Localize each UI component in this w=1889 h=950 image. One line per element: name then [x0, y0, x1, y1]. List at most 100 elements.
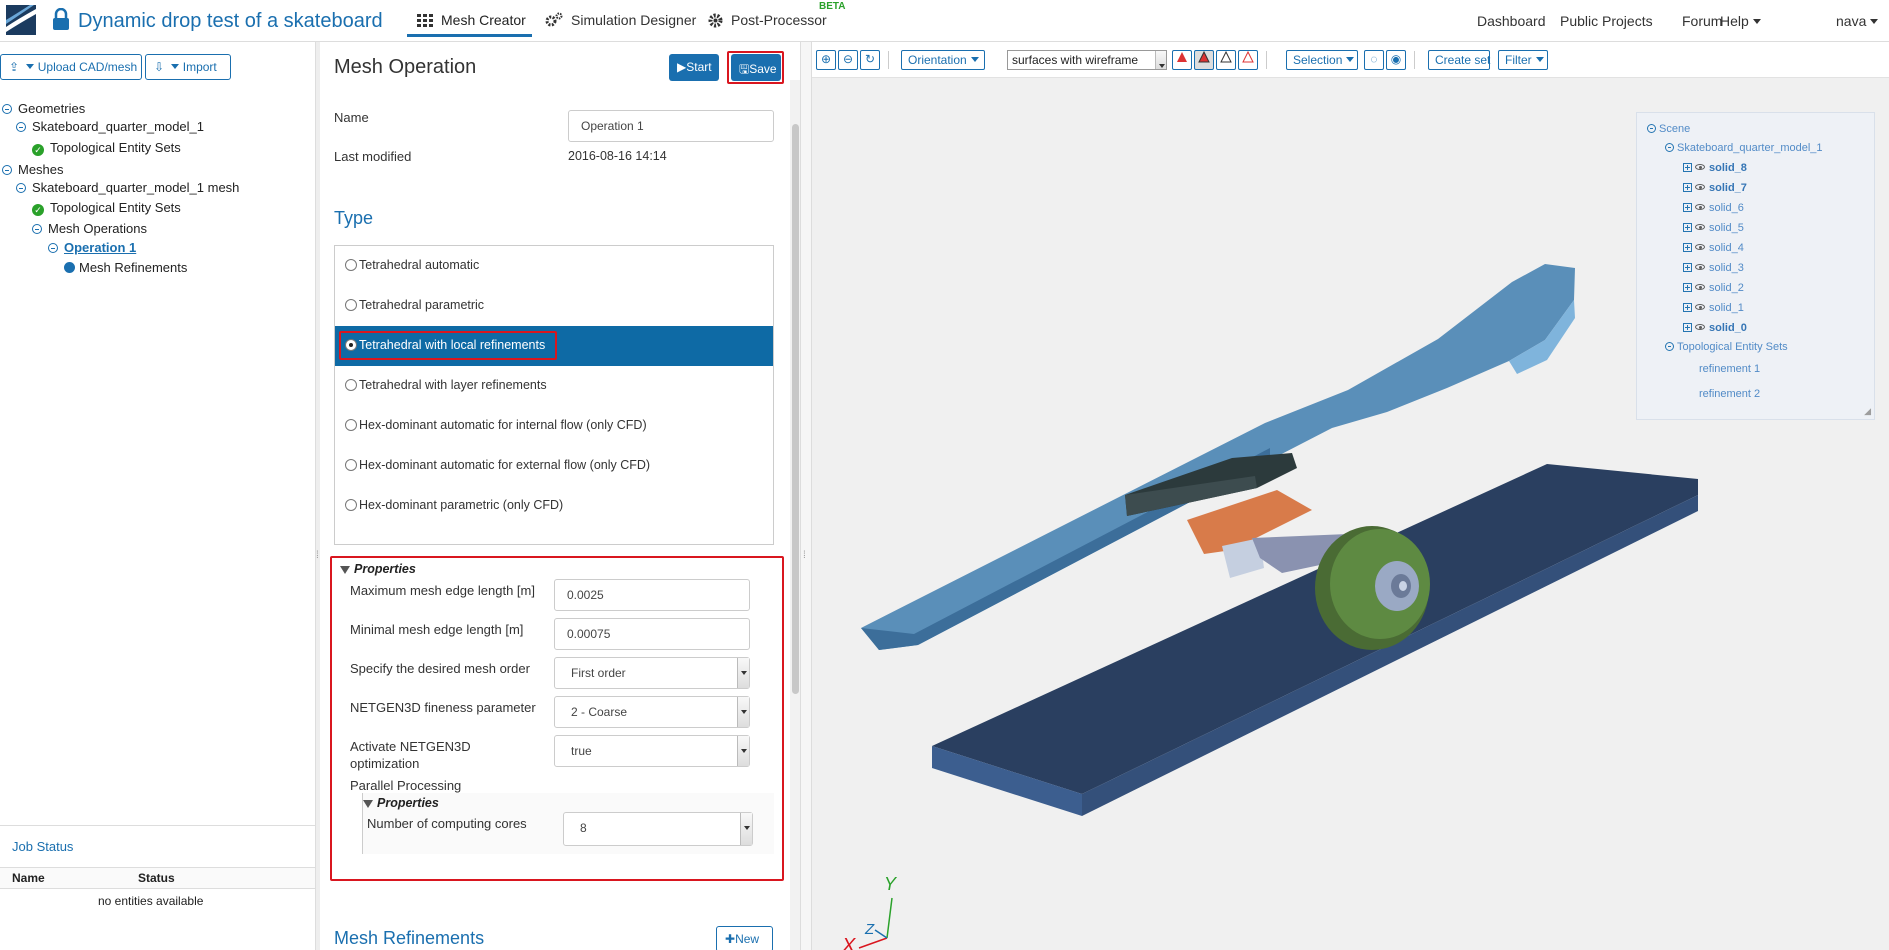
tab-mesh-creator[interactable]: Mesh Creator: [417, 12, 526, 28]
min-edge-input[interactable]: 0.00075: [554, 618, 750, 650]
form-scrollbar[interactable]: [790, 80, 800, 950]
column-header-name[interactable]: Name: [12, 871, 45, 885]
expand-icon[interactable]: [1683, 223, 1692, 232]
visibility-eye-icon[interactable]: [1695, 244, 1705, 250]
chevron-down-icon[interactable]: [740, 813, 752, 845]
wireframe-surface-mode-icon[interactable]: [1194, 50, 1214, 70]
visibility-eye-icon[interactable]: [1695, 224, 1705, 230]
scene-solid-item[interactable]: solid_5: [1683, 222, 1744, 234]
visibility-eye-icon[interactable]: [1695, 284, 1705, 290]
import-button[interactable]: ⇩ Import: [145, 54, 231, 80]
chevron-down-icon[interactable]: [1155, 51, 1166, 69]
radio-icon[interactable]: [345, 419, 357, 431]
scene-refinement-2[interactable]: refinement 2: [1699, 388, 1760, 400]
sub-properties-toggle[interactable]: Properties: [363, 796, 439, 810]
radio-icon[interactable]: [345, 259, 357, 271]
scene-solid-item[interactable]: solid_2: [1683, 282, 1744, 294]
collapse-icon[interactable]: [1665, 342, 1674, 351]
surface-mode-icon[interactable]: [1172, 50, 1192, 70]
nav-dashboard[interactable]: Dashboard: [1477, 13, 1546, 29]
expand-icon[interactable]: [1683, 263, 1692, 272]
tab-simulation-designer[interactable]: Simulation Designer: [545, 12, 696, 28]
radio-icon[interactable]: [345, 299, 357, 311]
points-mode-icon[interactable]: [1238, 50, 1258, 70]
scene-model[interactable]: Skateboard_quarter_model_1: [1665, 142, 1823, 154]
chevron-down-icon[interactable]: [737, 736, 749, 766]
scene-refinement-1[interactable]: refinement 1: [1699, 363, 1760, 375]
collapse-icon[interactable]: [16, 183, 26, 193]
tree-geometry-model[interactable]: Skateboard_quarter_model_1: [16, 119, 204, 134]
tree-mesh-tes[interactable]: ✓ Topological Entity Sets: [32, 200, 181, 216]
type-option[interactable]: Tetrahedral with layer refinements: [335, 366, 773, 406]
scrollbar-thumb[interactable]: [792, 124, 799, 694]
visibility-eye-icon[interactable]: [1695, 324, 1705, 330]
type-option[interactable]: Tetrahedral parametric: [335, 286, 773, 326]
collapse-icon[interactable]: [2, 104, 12, 114]
tree-operation-1[interactable]: Operation 1: [48, 240, 136, 255]
scene-solid-item[interactable]: solid_4: [1683, 242, 1744, 254]
radio-icon[interactable]: [345, 379, 357, 391]
tree-geometry-tes[interactable]: ✓ Topological Entity Sets: [32, 140, 181, 156]
tree-mesh-refinements[interactable]: Mesh Refinements: [64, 260, 187, 275]
zoom-in-icon[interactable]: ⊕: [816, 50, 836, 70]
save-button[interactable]: 🖫Save: [731, 54, 781, 81]
expand-icon[interactable]: [1683, 243, 1692, 252]
type-option[interactable]: Tetrahedral automatic: [335, 246, 773, 286]
scene-tes[interactable]: Topological Entity Sets: [1665, 341, 1788, 353]
tree-mesh-operations[interactable]: Mesh Operations: [32, 221, 147, 236]
orientation-dropdown[interactable]: Orientation: [901, 50, 985, 70]
user-menu[interactable]: nava: [1836, 13, 1879, 29]
scene-solid-item[interactable]: solid_7: [1683, 182, 1747, 194]
visibility-eye-icon[interactable]: [1695, 264, 1705, 270]
name-input[interactable]: Operation 1: [568, 110, 774, 142]
scene-solid-item[interactable]: solid_0: [1683, 322, 1747, 334]
visibility-eye-icon[interactable]: [1695, 184, 1705, 190]
optimization-select[interactable]: true: [554, 735, 750, 767]
wireframe-mode-icon[interactable]: [1216, 50, 1236, 70]
cores-select[interactable]: 8: [563, 812, 753, 846]
project-title[interactable]: Dynamic drop test of a skateboard: [78, 10, 383, 33]
type-option[interactable]: Hex-dominant parametric (only CFD): [335, 486, 773, 526]
drag-handle-icon[interactable]: ⁞: [316, 550, 319, 561]
ground-plate[interactable]: [932, 464, 1698, 816]
scene-solid-item[interactable]: solid_8: [1683, 162, 1747, 174]
scene-solid-item[interactable]: solid_3: [1683, 262, 1744, 274]
radio-checked-icon[interactable]: [345, 339, 357, 351]
right-splitter[interactable]: ⁞: [800, 42, 812, 950]
collapse-icon[interactable]: [32, 224, 42, 234]
app-logo-icon[interactable]: [6, 5, 36, 35]
expand-icon[interactable]: [1683, 203, 1692, 212]
new-refinement-button[interactable]: ✚New: [716, 926, 773, 950]
create-set-button[interactable]: Create set: [1428, 50, 1490, 70]
chevron-down-icon[interactable]: [737, 658, 749, 688]
expand-icon[interactable]: [1683, 303, 1692, 312]
chevron-down-icon[interactable]: [737, 697, 749, 727]
collapse-icon[interactable]: [16, 122, 26, 132]
nav-help[interactable]: Help: [1720, 13, 1761, 29]
eye-icon[interactable]: ◉: [1386, 50, 1406, 70]
radio-icon[interactable]: [345, 459, 357, 471]
expand-icon[interactable]: [1683, 323, 1692, 332]
mesh-order-select[interactable]: First order: [554, 657, 750, 689]
start-button[interactable]: ▶Start: [669, 54, 719, 81]
expand-icon[interactable]: [1683, 283, 1692, 292]
scene-solid-item[interactable]: solid_6: [1683, 202, 1744, 214]
fineness-select[interactable]: 2 - Coarse: [554, 696, 750, 728]
nav-forum[interactable]: Forum: [1682, 13, 1722, 29]
collapse-icon[interactable]: [1647, 124, 1656, 133]
3d-viewer[interactable]: ⊕ ⊖ ↻ Orientation surfaces with wirefram…: [812, 42, 1889, 950]
nav-public-projects[interactable]: Public Projects: [1560, 13, 1653, 29]
render-mode-select[interactable]: surfaces with wireframe: [1007, 50, 1167, 70]
collapse-icon[interactable]: [2, 165, 12, 175]
hide-icon[interactable]: ◌: [1364, 50, 1384, 70]
tree-mesh-model[interactable]: Skateboard_quarter_model_1 mesh: [16, 180, 239, 195]
visibility-eye-icon[interactable]: [1695, 204, 1705, 210]
radio-icon[interactable]: [345, 499, 357, 511]
selection-dropdown[interactable]: Selection: [1286, 50, 1358, 70]
drag-handle-icon[interactable]: ⁞: [803, 550, 806, 561]
column-header-status[interactable]: Status: [138, 871, 175, 885]
collapse-icon[interactable]: [48, 243, 58, 253]
type-option-selected[interactable]: Tetrahedral with local refinements: [335, 326, 773, 366]
zoom-out-icon[interactable]: ⊖: [838, 50, 858, 70]
max-edge-input[interactable]: 0.0025: [554, 579, 750, 611]
